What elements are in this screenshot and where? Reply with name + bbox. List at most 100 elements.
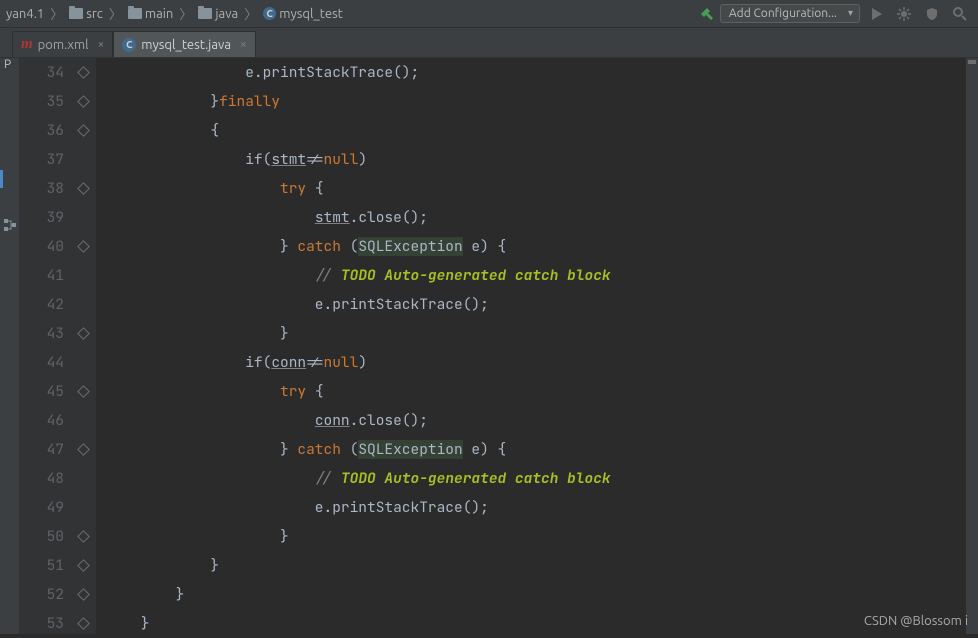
tab-mysql-test[interactable]: C mysql_test.java × (113, 31, 256, 57)
class-icon: C (122, 38, 136, 52)
tab-pom-xml[interactable]: m pom.xml × (12, 31, 113, 57)
tab-label: pom.xml (38, 38, 89, 52)
fold-indicator-icon[interactable] (77, 124, 90, 137)
code-text (106, 382, 280, 401)
line-number[interactable]: 44 (20, 348, 64, 377)
editor-area: P 34 35 36 37 38 39 40 41 42 43 44 45 46… (0, 58, 978, 634)
fold-indicator-icon[interactable] (77, 385, 90, 398)
breadcrumb-folder[interactable]: java (215, 7, 238, 21)
chevron-right-icon: 〉 (244, 4, 257, 23)
keyword: try (280, 382, 315, 401)
scrollbar-marker (968, 60, 976, 64)
line-number[interactable]: 45 (20, 377, 64, 406)
line-number[interactable]: 43 (20, 319, 64, 348)
run-coverage-icon[interactable] (924, 6, 940, 22)
keyword: null (324, 150, 359, 169)
class-icon: C (263, 7, 276, 20)
code-text (106, 411, 315, 430)
breadcrumb-project[interactable]: yan4.1 (6, 7, 44, 21)
identifier: SQLException (358, 237, 462, 256)
selection-indicator (0, 170, 3, 188)
line-number[interactable]: 38 (20, 174, 64, 203)
identifier: SQLException (358, 440, 462, 459)
identifier: conn (315, 411, 350, 430)
code-text: } (106, 440, 297, 459)
breadcrumb[interactable]: yan4.1 〉 src 〉 main 〉 java 〉 C mysql_tes… (6, 4, 343, 23)
run-configuration-dropdown[interactable]: Add Configuration... (720, 4, 860, 23)
fold-indicator-icon[interactable] (77, 559, 90, 572)
breadcrumb-file[interactable]: mysql_test (279, 7, 343, 21)
line-number[interactable]: 47 (20, 435, 64, 464)
project-tool-button[interactable]: P (4, 58, 11, 71)
keyword: catch (297, 440, 349, 459)
code-content[interactable]: e.printStackTrace(); }finally { if(stmt!… (96, 58, 966, 634)
debug-icon[interactable] (896, 6, 912, 22)
close-icon[interactable]: × (98, 38, 105, 51)
search-icon[interactable] (952, 6, 968, 22)
code-line: } (106, 527, 289, 546)
fold-indicator-icon[interactable] (77, 240, 90, 253)
line-number[interactable]: 50 (20, 522, 64, 551)
tab-label: mysql_test.java (141, 38, 231, 52)
line-number[interactable]: 36 (20, 116, 64, 145)
breadcrumb-folder[interactable]: main (145, 7, 173, 21)
code-text: .close(); (350, 208, 428, 227)
code-line: e.printStackTrace(); (106, 295, 489, 314)
line-number-gutter[interactable]: 34 35 36 37 38 39 40 41 42 43 44 45 46 4… (20, 58, 74, 634)
fold-indicator-icon[interactable] (77, 443, 90, 456)
run-icon[interactable] (868, 6, 884, 22)
line-number[interactable]: 52 (20, 580, 64, 609)
line-number[interactable]: 46 (20, 406, 64, 435)
todo-comment: TODO Auto-generated catch block (341, 469, 611, 488)
fold-indicator-icon[interactable] (77, 327, 90, 340)
folder-icon (198, 8, 212, 19)
code-text: ( (350, 440, 359, 459)
tool-window-stripe[interactable]: P (0, 58, 20, 634)
fold-indicator-icon[interactable] (77, 530, 90, 543)
breadcrumb-folder[interactable]: src (86, 7, 103, 21)
code-text: ( (350, 237, 359, 256)
watermark: CSDN @Blossom i (864, 614, 968, 628)
code-text (106, 469, 315, 488)
structure-tool-icon[interactable] (3, 218, 17, 232)
line-number[interactable]: 39 (20, 203, 64, 232)
keyword: finally (219, 92, 280, 111)
maven-icon: m (21, 36, 33, 53)
code-line: e.printStackTrace(); (106, 498, 489, 517)
line-number[interactable]: 35 (20, 87, 64, 116)
code-line: } (106, 556, 219, 575)
fold-gutter[interactable] (74, 58, 96, 634)
fold-indicator-icon[interactable] (77, 588, 90, 601)
line-number[interactable]: 42 (20, 290, 64, 319)
code-editor[interactable]: 34 35 36 37 38 39 40 41 42 43 44 45 46 4… (20, 58, 978, 634)
code-line: e.printStackTrace(); (106, 63, 419, 82)
code-line: } (106, 324, 289, 343)
fold-indicator-icon[interactable] (77, 182, 90, 195)
fold-indicator-icon[interactable] (77, 66, 90, 79)
code-text: ) (358, 150, 367, 169)
code-text (106, 179, 280, 198)
line-number[interactable]: 51 (20, 551, 64, 580)
folder-icon (69, 8, 83, 19)
keyword: catch (297, 237, 349, 256)
fold-indicator-icon[interactable] (77, 617, 90, 630)
line-number[interactable]: 49 (20, 493, 64, 522)
identifier: stmt (315, 208, 350, 227)
close-icon[interactable]: × (240, 38, 247, 51)
folder-icon (128, 8, 142, 19)
line-number[interactable]: 37 (20, 145, 64, 174)
code-text: } (106, 237, 297, 256)
chevron-right-icon: 〉 (109, 4, 122, 23)
chevron-right-icon: 〉 (50, 4, 63, 23)
code-text: { (315, 382, 324, 401)
todo-comment: TODO Auto-generated catch block (341, 266, 611, 285)
vertical-scrollbar[interactable] (966, 58, 978, 634)
chevron-right-icon: 〉 (179, 4, 192, 23)
line-number[interactable]: 40 (20, 232, 64, 261)
line-number[interactable]: 48 (20, 464, 64, 493)
fold-indicator-icon[interactable] (77, 95, 90, 108)
line-number[interactable]: 34 (20, 58, 64, 87)
build-icon[interactable] (700, 6, 716, 22)
line-number[interactable]: 41 (20, 261, 64, 290)
identifier: stmt (271, 150, 306, 169)
